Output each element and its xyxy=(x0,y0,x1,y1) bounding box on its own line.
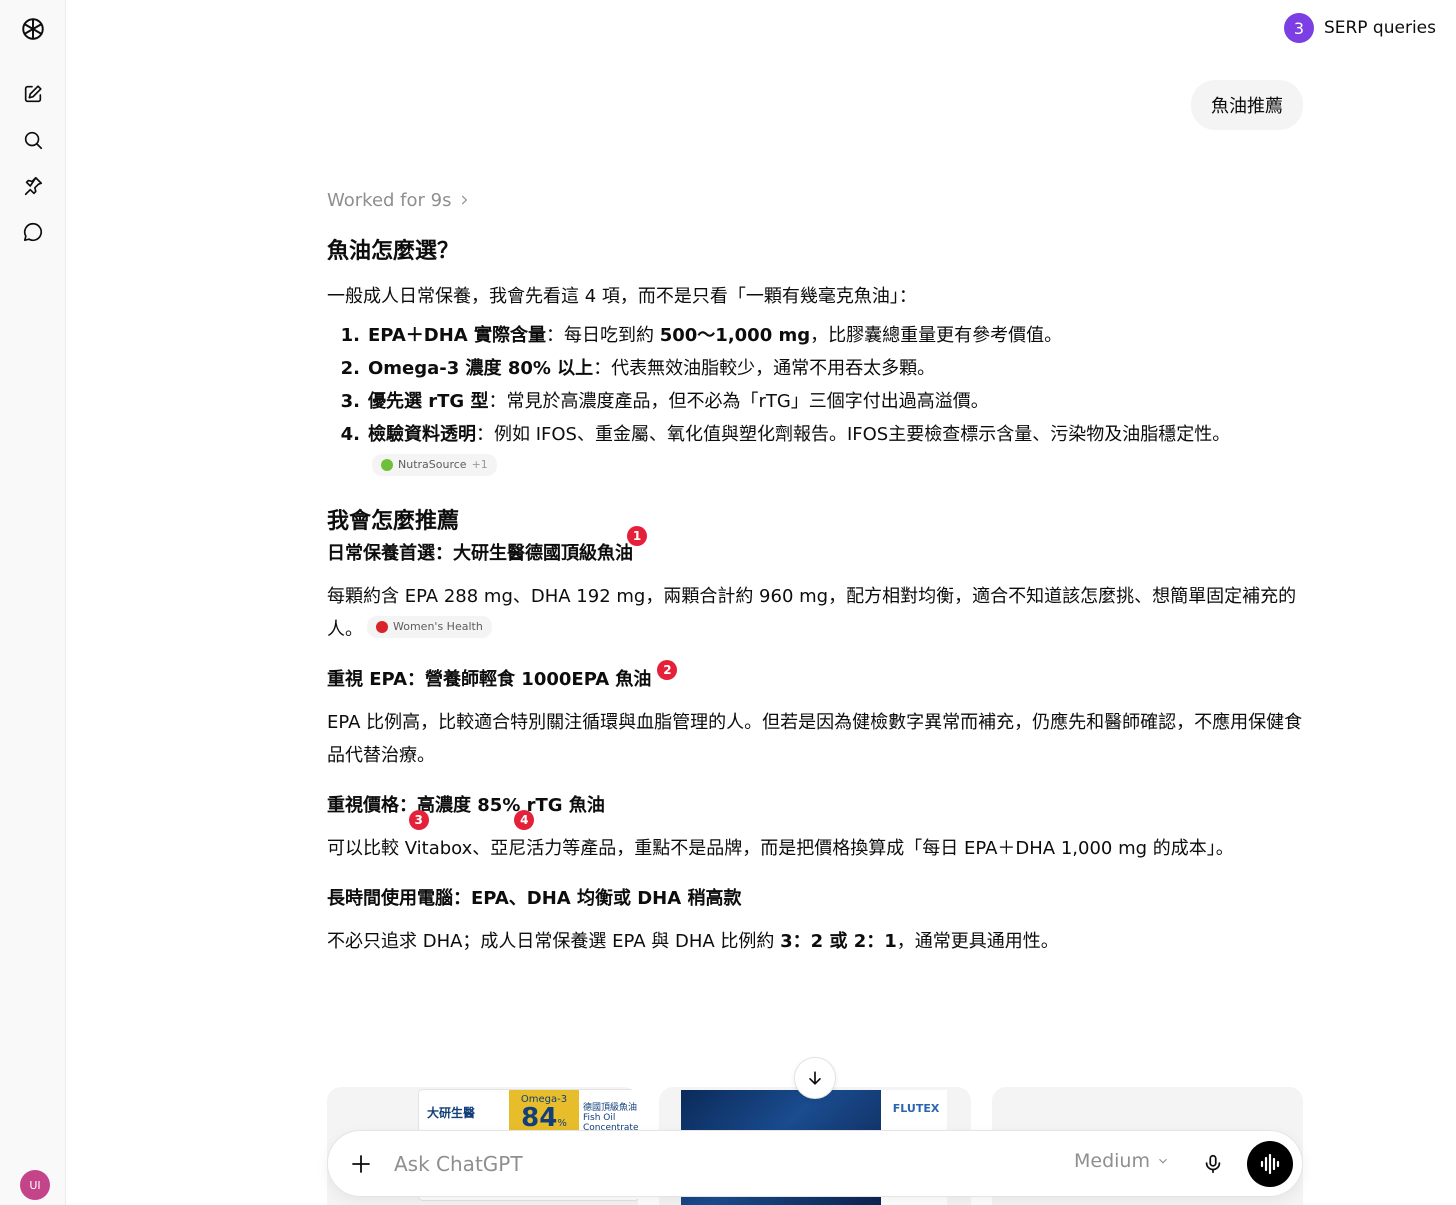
rec-body-1: 每顆約含 EPA 288 mg、DHA 192 mg，兩顆合計約 960 mg，… xyxy=(327,586,1297,640)
criteria-list: 1. EPA＋DHA 實際含量：每日吃到約 500～1,000 mg，比膠囊總重… xyxy=(327,319,1303,484)
search-icon[interactable] xyxy=(13,120,53,160)
voice-mode-button[interactable] xyxy=(1247,1141,1293,1187)
chevron-down-icon xyxy=(1159,1158,1167,1164)
avatar[interactable]: UI xyxy=(20,1170,50,1200)
section-title-how-to-choose: 魚油怎麼選？ xyxy=(327,239,460,264)
waveform-icon xyxy=(1260,1153,1280,1175)
pin-icon[interactable] xyxy=(13,166,53,206)
worked-for-toggle[interactable]: Worked for 9s xyxy=(327,186,1303,214)
prompt-input[interactable] xyxy=(394,1149,994,1179)
list-item: 1. EPA＋DHA 實際含量：每日吃到約 500～1,000 mg，比膠囊總重… xyxy=(340,325,1063,346)
rec-heading-2: 重視 EPA：營養師輕食 1000EPA 魚油 2 xyxy=(327,660,678,694)
user-message-bubble: 魚油推薦 xyxy=(1191,80,1303,130)
chat-icon[interactable] xyxy=(13,212,53,252)
new-chat-icon[interactable] xyxy=(13,74,53,114)
rec-heading-4: 長時間使用電腦：EPA、DHA 均衡或 DHA 稍高款 xyxy=(327,888,742,909)
citation-chip-womens-health[interactable]: Women's Health xyxy=(367,616,492,638)
rec-body-4: 不必只追求 DHA；成人日常保養選 EPA 與 DHA 比例約 3：2 或 2：… xyxy=(327,931,1059,952)
rec-body-3: 可以比較 Vitabox 3 、亞尼活力 4 等產品，重點不是品牌，而是把價格換算成「每… xyxy=(327,810,1303,865)
add-attachment-button[interactable] xyxy=(344,1147,378,1181)
assistant-response: Worked for 9s 魚油怎麼選？ 一般成人日常保養，我會先看這 4 項，… xyxy=(327,186,1303,958)
citation-chip-nutrasource[interactable]: NutraSource +1 xyxy=(372,454,497,476)
worked-label: Worked for 9s xyxy=(327,189,452,211)
serp-queries-indicator[interactable]: 3 SERP queries xyxy=(1283,13,1436,43)
intro-paragraph: 一般成人日常保養，我會先看這 4 項，而不是只看「一顆有幾毫克魚油」： xyxy=(327,286,917,307)
sidebar: UI xyxy=(0,0,66,1205)
list-item: 2. Omega-3 濃度 80% 以上：代表無效油脂較少，通常不用吞太多顆。 xyxy=(340,358,936,379)
chevron-right-icon xyxy=(462,195,468,205)
rec-heading-3: 重視價格：高濃度 85% rTG 魚油 xyxy=(327,795,605,816)
dictate-button[interactable] xyxy=(1198,1149,1228,1179)
serp-count-badge: 3 xyxy=(1283,13,1314,43)
list-item: 4. 檢驗資料透明：例如 IFOS、重金屬、氧化值與塑化劑報告。IFOS主要檢查… xyxy=(327,418,1303,484)
section-title-recommendations: 我會怎麼推薦 xyxy=(327,509,460,534)
composer: Medium xyxy=(327,1130,1303,1197)
rec-heading-1: 日常保養首選：大研生醫德國頂級魚油 1 xyxy=(327,526,647,568)
product-marker-1[interactable]: 1 xyxy=(627,526,647,546)
product-marker-3[interactable]: 3 xyxy=(408,810,429,830)
plus-icon xyxy=(352,1155,370,1173)
openai-logo-icon[interactable] xyxy=(13,9,53,49)
microphone-icon xyxy=(1205,1154,1221,1174)
serp-label: SERP queries xyxy=(1323,18,1436,38)
list-item: 3. 優先選 rTG 型：常見於高濃度產品，但不必為「rTG」三個字付出過高溢價… xyxy=(340,391,989,412)
womens-health-logo-icon xyxy=(376,621,388,633)
product-marker-2[interactable]: 2 xyxy=(657,660,678,680)
leaf-icon xyxy=(381,459,393,471)
rec-body-2: EPA 比例高，比較適合特別關注循環與血脂管理的人。但若是因為健檢數字異常而補充… xyxy=(327,712,1303,766)
model-selector[interactable]: Medium xyxy=(1074,1150,1170,1172)
scroll-to-bottom-button[interactable] xyxy=(794,1057,836,1099)
arrow-down-icon xyxy=(809,1071,821,1085)
